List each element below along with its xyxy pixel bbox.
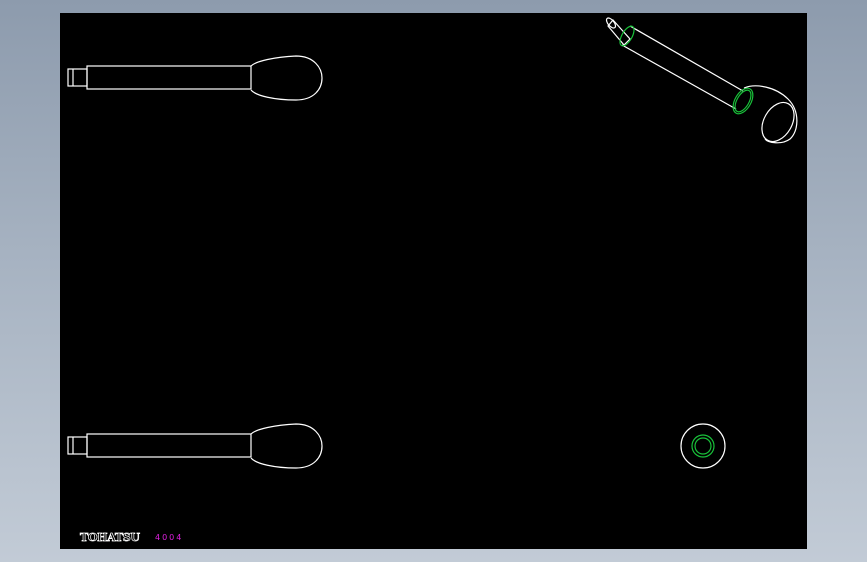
handle-knob — [250, 423, 323, 469]
handle-knob-face — [761, 101, 795, 143]
handle-tip — [67, 436, 88, 455]
handle-tip — [607, 19, 631, 46]
brand-label: TOHATSU — [80, 531, 141, 545]
part-code-label: 4004 — [155, 533, 184, 542]
handle-front-view — [67, 55, 323, 101]
handle-knob-neck — [732, 87, 754, 115]
handle-end-view — [680, 423, 726, 469]
handle-isometric-view — [605, 17, 798, 144]
handle-shaft — [86, 65, 252, 90]
end-view-outer — [680, 423, 726, 469]
cad-drawing-viewport[interactable]: TOHATSU 4004 — [60, 13, 807, 549]
handle-tip — [67, 68, 88, 87]
handle-shaft — [86, 433, 252, 458]
cad-drawing-canvas — [67, 17, 798, 469]
handle-knob-neck-inner — [734, 89, 752, 113]
end-view-hidden-inner — [694, 437, 712, 455]
handle-knob — [250, 55, 323, 101]
handle-top-view — [67, 423, 323, 469]
handle-knob — [743, 85, 798, 144]
